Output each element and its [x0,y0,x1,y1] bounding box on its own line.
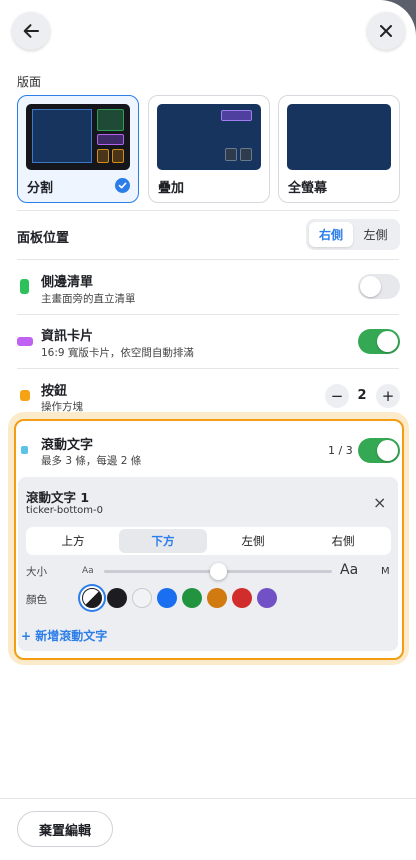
ticker-subtitle: 最多 3 條，每邊 2 條 [41,455,142,467]
ticker-toggle[interactable] [358,438,400,463]
check-icon [115,178,130,193]
layout-option-label: 全螢幕 [288,181,328,196]
close-icon [380,25,392,37]
color-label: 顏色 [26,594,47,606]
size-slider-thumb[interactable] [209,563,227,580]
divider [17,259,399,260]
ticker-item-id: ticker-bottom-0 [26,505,104,516]
divider [17,314,399,315]
color-swatch-black[interactable] [107,588,127,608]
buttons-color-dot [20,390,30,401]
layout-section-label: 版面 [17,75,42,89]
decrement-button[interactable]: − [325,384,349,408]
color-swatch-orange[interactable] [207,588,227,608]
layout-option-overlay[interactable]: 疊加 [148,95,270,203]
panel-position-left[interactable]: 左側 [354,222,397,247]
panel-position-toggle: 右側 左側 [306,219,400,250]
layout-option-fullscreen[interactable]: 全螢幕 [278,95,400,203]
discard-edits-button[interactable]: 棄置編輯 [17,811,113,847]
color-swatch-green[interactable] [182,588,202,608]
size-value: M [381,566,390,577]
info-card-toggle[interactable] [358,329,400,354]
info-card-color-dot [17,337,33,346]
color-swatch-auto[interactable] [82,588,102,608]
side-list-subtitle: 主畫面旁的直立清單 [41,293,136,305]
ticker-position-top[interactable]: 上方 [29,529,117,553]
size-small-icon: Aa [82,566,94,576]
panel-position-label: 面板位置 [17,231,70,246]
ticker-count: 1 / 3 [328,444,353,457]
ticker-title: 滾動文字 [41,438,94,453]
ticker-color-dot [21,446,28,454]
ticker-position-selector: 上方 下方 左側 右側 [26,527,391,555]
ticker-position-left[interactable]: 左側 [209,529,297,553]
remove-ticker-close-icon[interactable]: × [373,493,386,512]
close-button[interactable] [367,12,405,50]
split-layout-preview-icon [26,104,130,170]
side-list-color-dot [20,279,29,294]
ticker-item-title: 滾動文字 1 [26,490,90,505]
back-button[interactable] [12,12,50,50]
layout-option-label: 疊加 [158,181,185,196]
increment-button[interactable]: + [376,384,400,408]
ticker-position-right[interactable]: 右側 [299,529,387,553]
divider [17,210,399,211]
overlay-layout-preview-icon [157,104,261,170]
layout-option-label: 分割 [27,181,54,196]
color-swatch-red[interactable] [232,588,252,608]
divider [0,798,416,799]
side-list-title: 側邊清單 [41,275,94,290]
divider [17,368,399,369]
add-ticker-button[interactable]: + 新增滾動文字 [21,627,107,644]
fullscreen-layout-preview-icon [287,104,391,170]
panel-position-right[interactable]: 右側 [309,222,353,247]
buttons-title: 按鈕 [41,384,68,399]
color-swatch-white[interactable] [132,588,152,608]
info-card-title: 資訊卡片 [41,329,94,344]
settings-sheet: 版面 分割 疊加 全螢幕 面板位置 右側 左側 側邊清單 主畫面旁的直立清單 資… [0,0,416,860]
size-label: 大小 [26,566,47,578]
color-swatch-blue[interactable] [157,588,177,608]
size-large-icon: Aa [340,562,359,578]
arrow-left-icon [23,24,39,38]
layout-option-split[interactable]: 分割 [17,95,139,203]
color-swatch-purple[interactable] [257,588,277,608]
side-list-toggle[interactable] [358,274,400,299]
info-card-subtitle: 16:9 寬版卡片，依空間自動排滿 [41,347,194,359]
ticker-position-bottom[interactable]: 下方 [119,529,207,553]
buttons-count: 2 [357,388,367,403]
